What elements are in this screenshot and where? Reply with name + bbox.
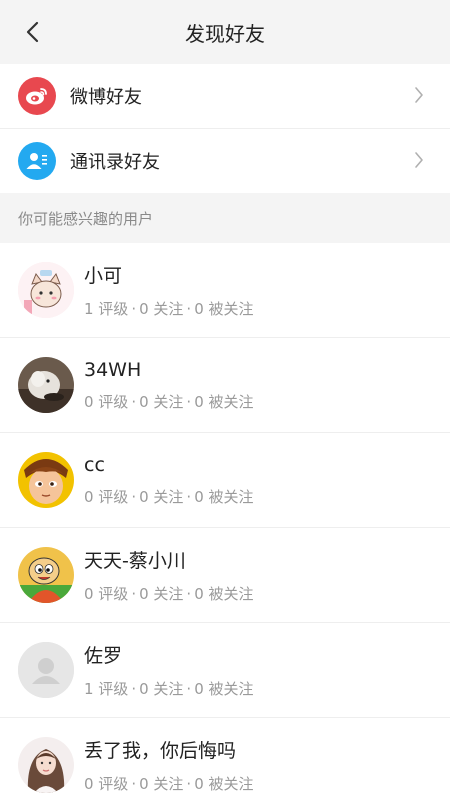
user-name: 34WH bbox=[84, 358, 142, 381]
separator-dot: · bbox=[131, 680, 137, 698]
user-name: 佐罗 bbox=[84, 645, 123, 667]
user-list-item[interactable]: 丢了我，你后悔吗 0 评级 · 0 关注 · 0 被关注 bbox=[0, 718, 450, 812]
following-count: 0 关注 bbox=[139, 392, 184, 411]
page-title: 发现好友 bbox=[185, 21, 265, 46]
user-stats: 0 评级 · 0 关注 · 0 被关注 bbox=[84, 583, 254, 604]
chevron-right-icon bbox=[415, 87, 423, 103]
user-avatar bbox=[18, 737, 74, 793]
section-header-suggested-users: 你可能感兴趣的用户 bbox=[0, 193, 450, 243]
separator-dot: · bbox=[186, 585, 192, 603]
top-bar: 发现好友 bbox=[0, 0, 450, 64]
following-count: 0 关注 bbox=[139, 680, 184, 698]
back-button[interactable] bbox=[18, 18, 46, 46]
user-list-item[interactable]: 34WH 0 评级 · 0 关注 · 0 被关注 bbox=[0, 338, 450, 433]
user-avatar bbox=[18, 357, 74, 413]
followers-count: 0 被关注 bbox=[194, 680, 254, 698]
ratings-count: 0 评级 bbox=[84, 775, 129, 793]
separator-dot: · bbox=[186, 392, 192, 411]
followers-count: 0 被关注 bbox=[194, 775, 254, 793]
menu-label-contacts: 通讯录好友 bbox=[70, 152, 160, 173]
ratings-count: 0 评级 bbox=[84, 585, 129, 603]
separator-dot: · bbox=[186, 300, 192, 318]
ratings-count: 0 评级 bbox=[84, 392, 129, 411]
user-name: 天天-蔡小川 bbox=[84, 550, 186, 572]
user-list-item[interactable]: 佐罗 1 评级 · 0 关注 · 0 被关注 bbox=[0, 623, 450, 718]
separator-dot: · bbox=[131, 300, 137, 318]
user-avatar bbox=[18, 452, 74, 508]
user-list-item[interactable]: 天天-蔡小川 0 评级 · 0 关注 · 0 被关注 bbox=[0, 528, 450, 623]
followers-count: 0 被关注 bbox=[194, 585, 254, 603]
menu-item-weibo-friends[interactable]: 微博好友 bbox=[0, 64, 450, 129]
contacts-icon bbox=[18, 142, 56, 180]
separator-dot: · bbox=[186, 487, 192, 506]
user-stats: 0 评级 · 0 关注 · 0 被关注 bbox=[84, 486, 254, 507]
ratings-count: 1 评级 bbox=[84, 680, 129, 698]
user-stats: 1 评级 · 0 关注 · 0 被关注 bbox=[84, 298, 254, 319]
separator-dot: · bbox=[186, 680, 192, 698]
chevron-right-icon bbox=[415, 152, 423, 168]
user-name: 丢了我，你后悔吗 bbox=[84, 740, 237, 762]
user-stats: 0 评级 · 0 关注 · 0 被关注 bbox=[84, 391, 254, 412]
separator-dot: · bbox=[131, 775, 137, 793]
chevron-left-icon bbox=[26, 21, 39, 43]
following-count: 0 关注 bbox=[139, 300, 184, 318]
following-count: 0 关注 bbox=[139, 585, 184, 603]
following-count: 0 关注 bbox=[139, 487, 184, 506]
user-avatar bbox=[18, 547, 74, 603]
separator-dot: · bbox=[131, 392, 137, 411]
default-avatar-icon bbox=[18, 642, 74, 698]
user-stats: 1 评级 · 0 关注 · 0 被关注 bbox=[84, 678, 254, 699]
followers-count: 0 被关注 bbox=[194, 487, 254, 506]
separator-dot: · bbox=[131, 585, 137, 603]
user-name: 小可 bbox=[84, 265, 123, 287]
user-name: cc bbox=[84, 453, 105, 476]
following-count: 0 关注 bbox=[139, 775, 184, 793]
user-stats: 0 评级 · 0 关注 · 0 被关注 bbox=[84, 773, 254, 794]
followers-count: 0 被关注 bbox=[194, 300, 254, 318]
separator-dot: · bbox=[186, 775, 192, 793]
user-avatar bbox=[18, 262, 74, 318]
separator-dot: · bbox=[131, 487, 137, 506]
menu-label-weibo: 微博好友 bbox=[70, 87, 142, 108]
ratings-count: 1 评级 bbox=[84, 300, 129, 318]
menu-item-contacts-friends[interactable]: 通讯录好友 bbox=[0, 129, 450, 193]
user-list-item[interactable]: cc 0 评级 · 0 关注 · 0 被关注 bbox=[0, 433, 450, 528]
weibo-icon bbox=[18, 77, 56, 115]
followers-count: 0 被关注 bbox=[194, 392, 254, 411]
ratings-count: 0 评级 bbox=[84, 487, 129, 506]
user-list-item[interactable]: 小可 1 评级 · 0 关注 · 0 被关注 bbox=[0, 243, 450, 338]
